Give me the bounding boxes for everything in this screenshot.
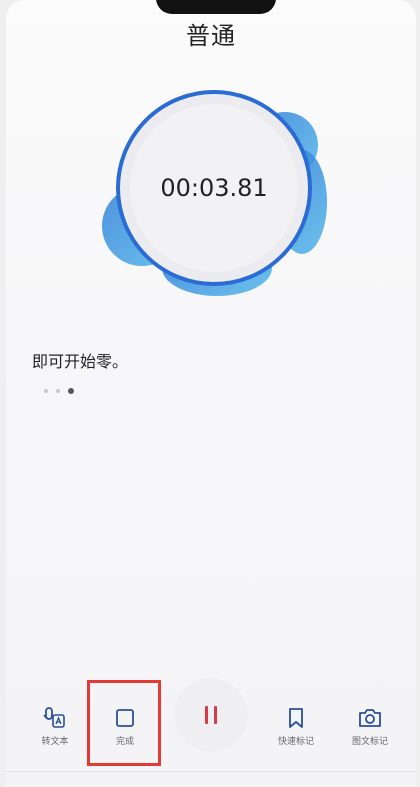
speech-to-text-icon: [20, 706, 90, 730]
camera-icon: [335, 706, 405, 730]
hint-text: 即可开始零。: [32, 352, 129, 371]
recorder-screen: 普通 00:03.81 即可开始零。 转文本 完成 快速标记 图文标记: [6, 0, 416, 787]
done-label: 完成: [115, 737, 134, 747]
page-dot-active: [68, 388, 74, 394]
page-dot: [56, 389, 60, 393]
pause-button[interactable]: [174, 678, 248, 752]
recording-visualizer: 00:03.81: [102, 90, 332, 300]
mode-title: 普通: [186, 22, 236, 50]
bottom-toolbar: 转文本 完成 快速标记 图文标记: [6, 670, 416, 770]
to-text-label: 转文本: [41, 737, 69, 747]
bookmark-icon: [261, 706, 331, 730]
done-button[interactable]: 完成: [90, 706, 160, 747]
photo-mark-button[interactable]: 图文标记: [335, 706, 405, 747]
to-text-button[interactable]: 转文本: [20, 706, 90, 747]
page-indicator: [44, 388, 74, 394]
page-dot: [44, 389, 48, 393]
bottom-divider: [6, 771, 416, 772]
elapsed-time: 00:03.81: [160, 174, 268, 202]
stop-square-icon: [90, 706, 160, 730]
pause-icon: [205, 706, 217, 724]
quick-mark-label: 快速标记: [277, 737, 314, 747]
quick-mark-button[interactable]: 快速标记: [261, 706, 331, 747]
photo-mark-label: 图文标记: [351, 737, 388, 747]
camera-notch: [156, 0, 276, 14]
